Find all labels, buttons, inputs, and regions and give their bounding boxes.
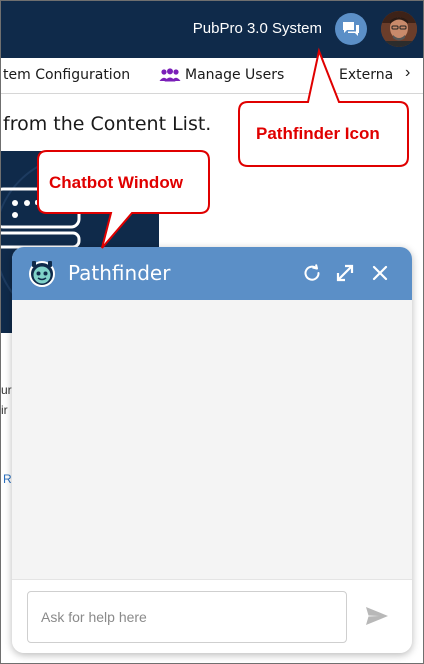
- pathfinder-icon-label: Pathfinder Icon: [256, 124, 380, 143]
- main-nav: tem Configuration Manage Users Externa ›: [1, 58, 423, 94]
- send-button[interactable]: [364, 604, 390, 628]
- close-icon: [372, 265, 388, 281]
- chatbot-input-bar: [12, 579, 412, 653]
- screenshot-frame: PubPro 3.0 System tem Configuration Mana…: [0, 0, 424, 664]
- nav-scroll-right-icon[interactable]: ›: [405, 64, 410, 82]
- content-text-fragment: ir: [1, 403, 8, 417]
- nav-manage-users[interactable]: Manage Users: [159, 67, 284, 83]
- content-heading: from the Content List.: [3, 113, 212, 135]
- chat-bubbles-icon: [343, 22, 359, 36]
- users-icon: [159, 68, 181, 82]
- pathfinder-logo-icon: [29, 261, 55, 287]
- expand-button[interactable]: [333, 261, 357, 285]
- system-name: PubPro 3.0 System: [192, 20, 322, 37]
- refresh-button[interactable]: [300, 261, 324, 285]
- nav-external[interactable]: Externa: [339, 67, 393, 83]
- chatbot-message-area: [12, 300, 412, 579]
- chatbot-window: Pathfinder: [12, 247, 412, 653]
- avatar-image: [381, 11, 417, 47]
- expand-icon: [336, 264, 354, 282]
- top-header: PubPro 3.0 System: [1, 1, 423, 58]
- nav-system-configuration[interactable]: tem Configuration: [3, 67, 130, 83]
- pathfinder-button[interactable]: [335, 13, 367, 45]
- user-avatar[interactable]: [381, 11, 417, 47]
- chat-input[interactable]: [27, 591, 347, 643]
- content-link-fragment[interactable]: R: [3, 472, 12, 486]
- chatbot-header: Pathfinder: [12, 247, 412, 300]
- chatbot-title: Pathfinder: [68, 261, 171, 285]
- send-icon: [366, 607, 388, 625]
- nav-manage-users-label: Manage Users: [185, 67, 285, 83]
- chatbot-window-label: Chatbot Window: [49, 173, 183, 192]
- refresh-icon: [304, 264, 320, 281]
- close-button[interactable]: [368, 261, 392, 285]
- content-text-fragment: ur: [1, 383, 12, 397]
